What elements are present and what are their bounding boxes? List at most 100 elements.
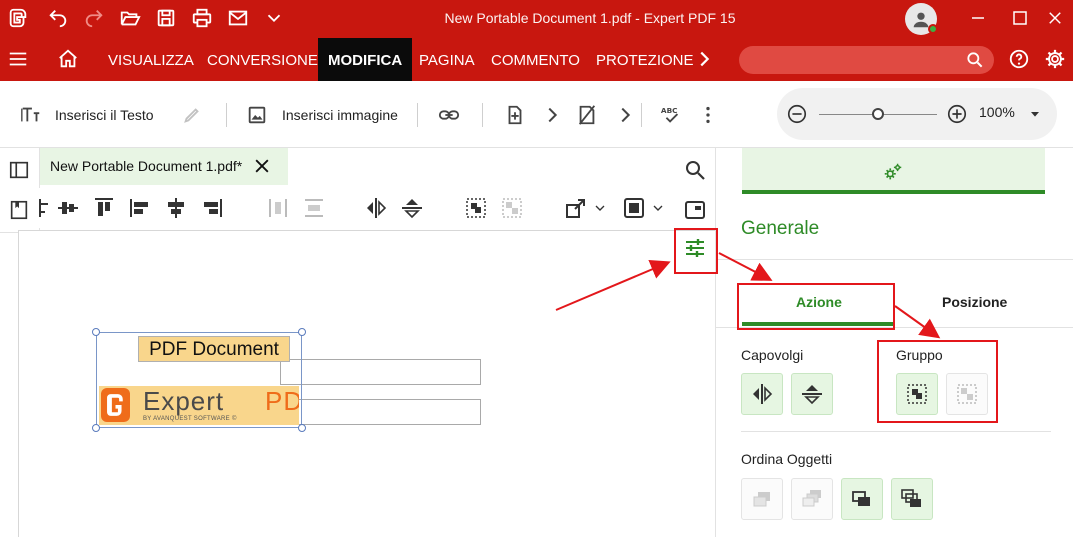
crop-page-more-button[interactable] [614,81,636,148]
resize-handle[interactable] [92,328,100,336]
divider [716,259,1073,260]
properties-header-tab[interactable] [742,148,1045,194]
insert-text-icon [21,107,40,121]
document-tab-label: New Portable Document 1.pdf* [50,158,243,174]
insert-text-button[interactable]: Inserisci il Testo [20,81,154,148]
redo-icon[interactable] [80,5,108,31]
align-top-icon[interactable] [92,196,116,220]
menu-visualizza[interactable]: VISUALIZZA [100,38,202,81]
annotation-box-properties-icon [674,228,718,274]
user-avatar[interactable] [905,3,938,35]
order-objects-label: Ordina Oggetti [741,451,833,467]
spell-check-button[interactable]: ABC [660,81,682,148]
toolbar-divider [641,103,642,127]
title-bar: New Portable Document 1.pdf - Expert PDF… [0,0,1073,38]
print-icon[interactable] [188,5,216,31]
distribute-vertical-icon[interactable] [302,196,326,220]
chevron-right-icon [548,107,558,122]
toolbar-divider [226,103,227,127]
flip-horizontal-icon[interactable] [364,196,388,220]
align-left-edge-icon[interactable] [28,196,52,220]
distribute-horizontal-icon[interactable] [266,196,290,220]
pen-icon [184,107,199,123]
flip-vertical-button[interactable] [791,373,833,415]
email-icon[interactable] [224,5,252,31]
spell-check-icon: ABC [661,106,679,123]
annotation-box-azione-tab [737,283,895,330]
menu-pagina[interactable]: PAGINA [411,38,483,81]
search-box[interactable] [739,46,994,74]
align-right-icon[interactable] [200,196,224,220]
annotation-box-group-section [877,340,998,423]
insert-image-button[interactable]: Inserisci immagine [246,81,398,148]
panel-view-icon[interactable] [683,198,707,222]
settings-gear-icon[interactable] [1041,46,1069,72]
toolbar-divider [482,103,483,127]
group-objects-icon[interactable] [464,196,488,220]
crop-page-icon [578,104,596,125]
save-icon[interactable] [152,5,180,31]
hamburger-menu-icon[interactable] [4,46,32,72]
highlight-pen-button[interactable] [181,81,203,148]
align-left-icon[interactable] [128,196,152,220]
add-page-more-button[interactable] [541,81,563,148]
flip-horizontal-icon [753,384,773,404]
flip-horizontal-button[interactable] [741,373,783,415]
form-field[interactable] [280,399,481,425]
chevron-down-icon[interactable] [592,196,608,220]
menu-scroll-right-icon[interactable] [690,46,718,72]
send-backward-button[interactable] [841,478,883,520]
form-field[interactable] [280,359,481,385]
search-icon[interactable] [683,158,707,182]
align-center-vertical-icon[interactable] [56,196,80,220]
resize-handle[interactable] [92,424,100,432]
send-to-back-icon [901,489,921,507]
bring-to-front-button[interactable] [741,478,783,520]
resize-handle[interactable] [298,424,306,432]
chevron-down-icon[interactable] [260,5,288,31]
ungroup-objects-icon[interactable] [500,196,524,220]
chevron-down-icon[interactable] [650,196,666,220]
close-window-button[interactable] [1035,2,1073,34]
crop-page-button[interactable] [576,81,598,148]
object-frame-icon[interactable] [622,196,646,220]
more-vertical-icon [706,106,710,123]
more-options-button[interactable] [697,81,719,148]
search-input[interactable] [749,50,959,70]
minimize-button[interactable] [958,2,998,34]
add-page-button[interactable] [504,81,526,148]
open-folder-icon[interactable] [116,5,144,31]
bring-forward-button[interactable] [791,478,833,520]
sidebar-toggle-icon[interactable] [8,159,30,181]
divider [741,431,1051,432]
search-icon[interactable] [965,50,985,70]
align-center-horizontal-icon[interactable] [164,196,188,220]
flip-vertical-icon[interactable] [400,196,424,220]
menu-conversione[interactable]: CONVERSIONE [199,38,326,81]
undo-icon[interactable] [44,5,72,31]
close-tab-icon[interactable] [252,156,272,176]
image-icon [248,106,266,123]
home-icon[interactable] [54,46,82,72]
selection-frame[interactable] [96,332,302,428]
bookmarks-icon[interactable] [8,199,30,221]
menu-commento[interactable]: COMMENTO [483,38,588,81]
zoom-dropdown-icon[interactable] [1027,106,1043,122]
document-tab[interactable]: New Portable Document 1.pdf* [40,148,288,185]
zoom-out-icon[interactable] [786,103,808,125]
maximize-button[interactable] [1000,2,1040,34]
zoom-in-icon[interactable] [946,103,968,125]
menu-protezione[interactable]: PROTEZIONE [588,38,702,81]
zoom-slider-handle[interactable] [872,108,884,120]
help-icon[interactable] [1005,46,1033,72]
tab-posizione[interactable]: Posizione [942,294,1007,310]
window-title: New Portable Document 1.pdf - Expert PDF… [444,10,736,26]
send-to-back-button[interactable] [891,478,933,520]
properties-title: Generale [741,218,820,239]
menu-modifica[interactable]: MODIFICA [318,38,413,81]
resize-handle[interactable] [298,328,306,336]
insert-link-button[interactable] [438,81,460,148]
bring-forward-icon [802,490,821,507]
app-logo-icon[interactable] [4,5,32,31]
object-transform-icon[interactable] [564,196,588,220]
